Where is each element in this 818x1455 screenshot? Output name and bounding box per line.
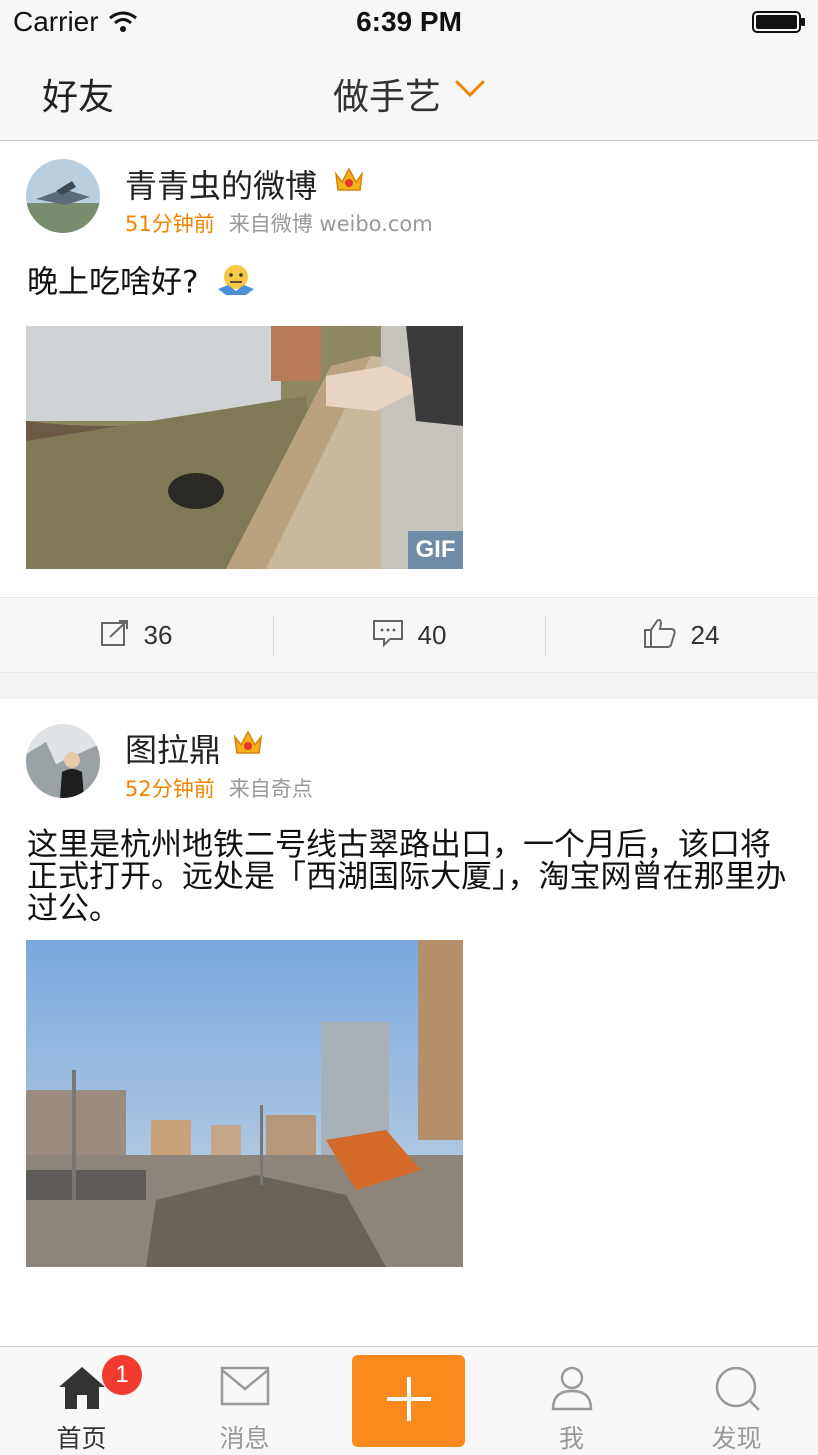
avatar[interactable] [26,724,100,798]
repost-count: 36 [143,619,173,650]
group-title[interactable]: 做手艺 [333,68,441,120]
envelope-icon [220,1365,270,1411]
tab-messages[interactable]: 消息 [163,1347,326,1455]
thumbs-up-icon [643,617,677,653]
repost-button[interactable]: 36 [0,598,272,672]
feed[interactable]: 青青虫的微博 51分钟前 来自微博 weibo.com 晚上吃啥好? GIF 3… [0,141,818,1346]
post-card: 青青虫的微博 51分钟前 来自微博 weibo.com 晚上吃啥好? GIF 3… [0,141,818,673]
battery-icon [752,10,806,39]
post-image[interactable] [26,940,463,1267]
repost-icon [100,619,130,651]
post-text-content: 晚上吃啥好? [27,264,199,301]
tab-label: 首页 [56,1424,107,1453]
tab-me[interactable]: 我 [490,1347,653,1455]
clock: 6:39 PM [356,6,462,37]
crown-icon [232,726,264,762]
post-source: 来自奇点 [228,777,313,801]
person-icon [550,1365,594,1415]
comment-icon [372,618,404,652]
post-image[interactable]: GIF [26,326,463,569]
post-time: 51分钟前 [125,212,215,236]
tab-bar: 1 首页 消息 我 发现 [0,1346,818,1455]
nav-bar: 好友 做手艺 [0,46,818,141]
action-bar: 36 40 24 [0,597,818,673]
post-text: 晚上吃啥好? [27,263,796,305]
tab-discover[interactable]: 发现 [655,1347,818,1455]
post-text: 这里是杭州地铁二号线古翠路出口，一个月后，该口将正式打开。远处是「西湖国际大厦」… [27,827,787,927]
tab-label: 发现 [711,1424,762,1453]
comment-count: 40 [417,619,447,650]
status-bar: Carrier 6:39 PM [0,0,818,46]
shrug-emoji-icon [216,263,256,305]
username[interactable]: 图拉鼎 [125,725,221,771]
comment-button[interactable]: 40 [273,598,545,672]
avatar[interactable] [26,159,100,233]
compose-button[interactable] [352,1355,465,1447]
post-meta: 52分钟前 来自奇点 [125,773,313,803]
post-source: 来自微博 weibo.com [228,212,433,236]
tab-home[interactable]: 1 首页 [0,1347,163,1455]
chevron-down-icon[interactable] [455,79,485,103]
home-icon [57,1365,107,1415]
gif-badge: GIF [408,531,463,569]
crown-icon [333,163,365,199]
like-count: 24 [690,619,720,650]
friends-button[interactable]: 好友 [42,68,114,120]
like-button[interactable]: 24 [545,598,817,672]
search-icon [712,1365,762,1417]
tab-label: 消息 [219,1424,270,1453]
post-card: 图拉鼎 52分钟前 来自奇点 这里是杭州地铁二号线古翠路出口，一个月后，该口将正式… [0,699,818,1346]
post-meta: 51分钟前 来自微博 weibo.com [125,208,433,238]
plus-icon [385,1375,433,1427]
username[interactable]: 青青虫的微博 [125,161,317,207]
notification-badge: 1 [102,1355,142,1395]
post-time: 52分钟前 [125,777,215,801]
tab-label: 我 [558,1424,584,1453]
